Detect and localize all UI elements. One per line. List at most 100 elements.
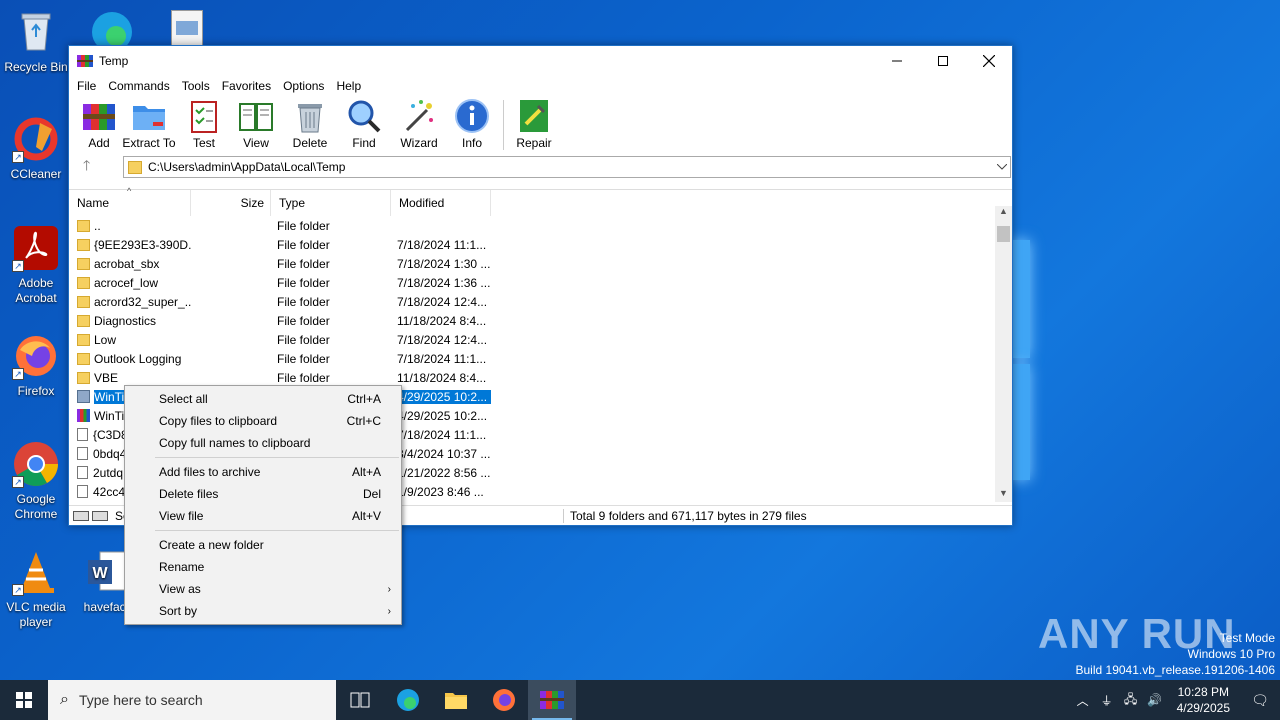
clock[interactable]: 10:28 PM 4/29/2025	[1167, 684, 1240, 716]
scroll-thumb[interactable]	[997, 226, 1010, 242]
file-modified: 7/18/2024 1:30 ...	[397, 256, 491, 271]
menu-help[interactable]: Help	[330, 79, 367, 93]
context-menu-item[interactable]: Create a new folder	[125, 534, 401, 556]
file-type: File folder	[277, 237, 330, 252]
menu-file[interactable]: File	[71, 79, 102, 93]
desktop-icon-firefox[interactable]: ↗ Firefox	[0, 332, 72, 399]
taskbar-winrar[interactable]	[528, 680, 576, 720]
magic-wand-icon	[405, 100, 433, 132]
file-icon	[77, 390, 90, 403]
chevron-right-icon: ›	[387, 605, 391, 617]
network-icon[interactable]: 🖧	[1119, 690, 1143, 711]
image-file-desktop-icon[interactable]	[171, 10, 203, 46]
desktop-icon-vlc[interactable]: ↗ VLC media player	[0, 548, 72, 630]
winrar-archive-icon	[77, 409, 90, 422]
file-name: ..	[94, 218, 101, 233]
menu-options[interactable]: Options	[277, 79, 330, 93]
column-type[interactable]: Type	[271, 190, 391, 216]
file-row[interactable]: acrocef_low File folder 7/18/2024 1:36 ...	[69, 273, 995, 292]
context-menu-item[interactable]: View as ›	[125, 578, 401, 600]
view-book-icon	[239, 103, 273, 131]
taskbar-edge[interactable]	[384, 680, 432, 720]
file-icon	[77, 466, 88, 479]
menu-favorites[interactable]: Favorites	[216, 79, 277, 93]
context-menu-item[interactable]: Select all Ctrl+A	[125, 388, 401, 410]
context-menu-item[interactable]: Delete files Del	[125, 483, 401, 505]
volume-icon[interactable]: 🔊	[1143, 693, 1167, 707]
info-button[interactable]: Info	[449, 98, 495, 150]
desktop-icon-recycle-bin[interactable]: Recycle Bin	[0, 8, 72, 75]
context-menu-item[interactable]: Rename	[125, 556, 401, 578]
vertical-scrollbar[interactable]: ▲ ▼	[995, 206, 1012, 502]
magnifier-icon	[348, 100, 381, 133]
file-name: Outlook Logging	[94, 351, 182, 366]
file-name: acrocef_low	[94, 275, 159, 290]
test-button[interactable]: Test	[181, 98, 227, 150]
scroll-down-icon[interactable]: ▼	[995, 488, 1012, 502]
firefox-icon	[493, 689, 515, 711]
context-menu-item[interactable]: Add files to archive Alt+A	[125, 461, 401, 483]
extract-to-button[interactable]: Extract To	[121, 98, 177, 150]
maximize-button[interactable]	[920, 46, 966, 76]
vlc-cone-icon: ↗	[12, 548, 60, 596]
taskbar-firefox[interactable]	[480, 680, 528, 720]
file-type: File folder	[277, 256, 330, 271]
menu-item-shortcut: Ctrl+C	[346, 414, 381, 428]
file-icon	[77, 428, 88, 441]
edge-desktop-icon[interactable]	[88, 6, 136, 52]
menu-commands[interactable]: Commands	[102, 79, 175, 93]
file-row[interactable]: Low File folder 7/18/2024 12:4...	[69, 330, 995, 349]
desktop-icon-google-chrome[interactable]: ↗ Google Chrome	[0, 440, 72, 522]
column-modified[interactable]: Modified	[391, 190, 491, 216]
file-type: File folder	[277, 370, 330, 385]
usb-icon[interactable]: ⏚	[1095, 692, 1119, 709]
folder-icon	[77, 295, 90, 308]
path-field[interactable]: C:\Users\admin\AppData\Local\Temp	[123, 156, 1011, 178]
context-menu-item[interactable]: Copy files to clipboard Ctrl+C	[125, 410, 401, 432]
test-mode-text: Test Mode Windows 10 Pro Build 19041.vb_…	[1075, 631, 1276, 677]
file-icon	[77, 485, 88, 498]
find-button[interactable]: Find	[339, 98, 389, 150]
scroll-up-icon[interactable]: ▲	[995, 206, 1012, 220]
menu-item-label: View as	[159, 582, 201, 596]
file-modified: 7/18/2024 11:1...	[397, 351, 487, 366]
file-modified: 1/21/2022 8:56 ...	[397, 465, 491, 480]
chevron-right-icon: ›	[387, 583, 391, 595]
menu-tools[interactable]: Tools	[176, 79, 216, 93]
context-menu-item[interactable]: View file Alt+V	[125, 505, 401, 527]
wizard-button[interactable]: Wizard	[393, 98, 445, 150]
task-view-button[interactable]	[336, 680, 384, 720]
close-button[interactable]	[966, 46, 1012, 76]
file-row[interactable]: acrobat_sbx File folder 7/18/2024 1:30 ...	[69, 254, 995, 273]
notification-icon[interactable]: 🗨	[1240, 692, 1280, 709]
file-type: File folder	[277, 313, 330, 328]
start-button[interactable]	[0, 680, 48, 720]
minimize-button[interactable]	[874, 46, 920, 76]
taskbar-file-explorer[interactable]	[432, 680, 480, 720]
context-menu-item[interactable]: Sort by ›	[125, 600, 401, 622]
chevron-down-icon[interactable]	[994, 162, 1010, 173]
desktop-icon-ccleaner[interactable]: ↗ CCleaner	[0, 115, 72, 182]
file-modified: 11/18/2024 8:4...	[397, 370, 487, 385]
delete-button[interactable]: Delete	[285, 98, 335, 150]
up-arrow-icon[interactable]: 🡑	[83, 155, 103, 179]
file-row[interactable]: Diagnostics File folder 11/18/2024 8:4...	[69, 311, 995, 330]
file-name: Diagnostics	[94, 313, 157, 328]
desktop-icon-adobe-acrobat[interactable]: ↗ Adobe Acrobat	[0, 224, 72, 306]
chevron-up-icon[interactable]: ︿	[1071, 692, 1095, 709]
repair-button[interactable]: Repair	[512, 98, 556, 150]
column-size[interactable]: Size	[191, 190, 271, 216]
shortcut-arrow-icon: ↗	[12, 476, 24, 488]
title-bar[interactable]: Temp	[69, 46, 1012, 76]
context-menu-item[interactable]: Copy full names to clipboard	[125, 432, 401, 454]
menu-item-label: Copy files to clipboard	[159, 414, 278, 428]
file-row[interactable]: Outlook Logging File folder 7/18/2024 11:1…	[69, 349, 995, 368]
file-modified: 7/18/2024 12:4...	[397, 294, 488, 309]
file-row[interactable]: acrord32_super_... File folder 7/18/2024 1…	[69, 292, 995, 311]
view-button[interactable]: View	[231, 98, 281, 150]
add-button[interactable]: Add	[81, 98, 117, 150]
file-row[interactable]: {9EE293E3-390D... File folder 7/18/2024 11…	[69, 235, 995, 254]
file-modified: 7/18/2024 12:4...	[397, 332, 488, 347]
taskbar-search[interactable]: ⌕ Type here to search	[48, 680, 336, 720]
file-row[interactable]: .. File folder	[69, 216, 995, 235]
